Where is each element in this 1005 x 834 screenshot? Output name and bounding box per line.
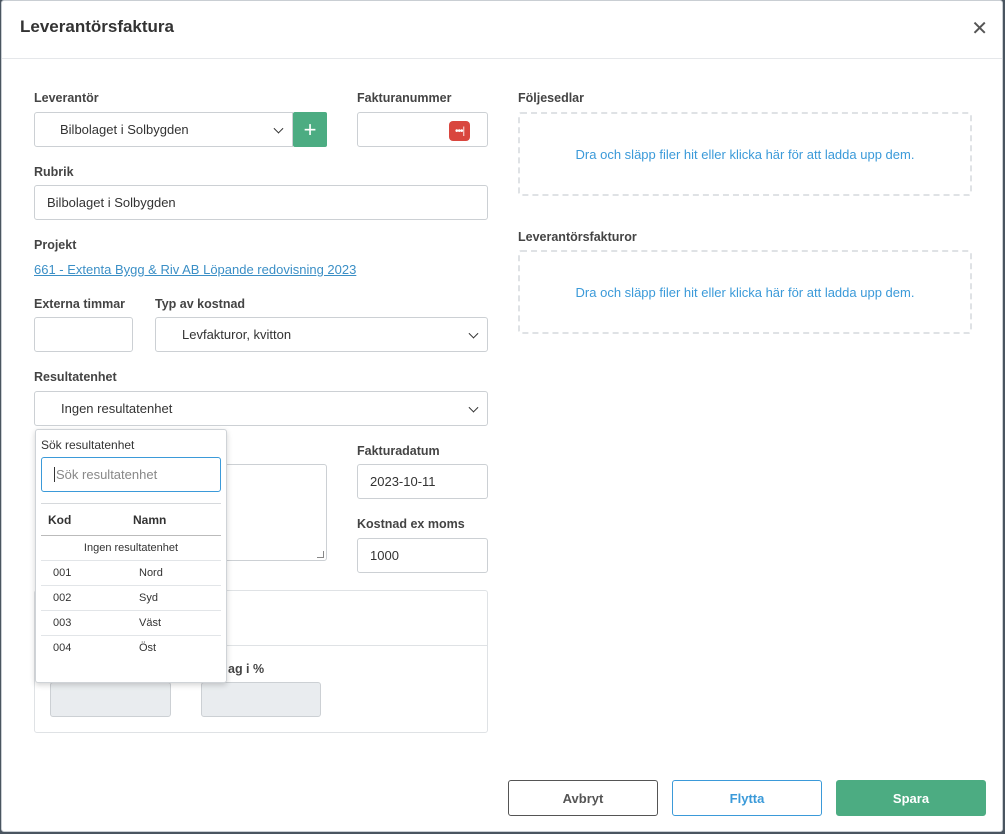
column-header-code: Kod [48,513,72,527]
save-button[interactable]: Spara [836,780,986,816]
project-link[interactable]: 661 - Extenta Bygg & Riv AB Löpande redo… [34,262,356,277]
cost-type-value: Levfakturor, kvitton [182,327,292,342]
option-none-label: Ingen resultatenhet [83,542,179,554]
result-unit-value: Ingen resultatenhet [61,401,173,416]
option-name: Öst [139,642,157,654]
dropdown-search-placeholder: Sök resultatenhet [56,467,158,482]
close-icon[interactable]: ✕ [971,19,988,39]
supplier-invoices-label: Leverantörsfakturor [518,230,637,244]
password-manager-icon[interactable]: •••| [449,121,470,141]
cost-ex-vat-value: 1000 [370,548,399,563]
dropdown-option[interactable]: 001 Nord [41,561,221,586]
modal-title: Leverantörsfaktura [20,17,175,36]
result-unit-label: Resultatenhet [34,370,117,384]
supplier-invoices-dropzone[interactable]: Dra och släpp filer hit eller klicka här… [518,250,972,334]
text-caret [54,467,55,482]
option-code: 004 [53,642,72,654]
external-hours-input[interactable] [34,317,133,352]
result-unit-dropdown: Sök resultatenhet Sök resultatenhet Kod … [35,429,227,683]
external-hours-label: Externa timmar [34,297,126,311]
resize-handle[interactable] [317,551,324,558]
supplier-value: Bilbolaget i Solbygden [60,122,189,137]
project-label: Projekt [34,238,77,252]
cost-type-label: Typ av kostnad [155,297,246,311]
percent-input[interactable] [201,682,321,717]
heading-input[interactable]: Bilbolaget i Solbygden [34,185,488,220]
cost-ex-vat-input[interactable]: 1000 [357,538,488,573]
amount-input[interactable] [50,682,171,717]
option-name: Väst [139,617,162,629]
move-button[interactable]: Flytta [672,780,822,816]
dropdown-search-input[interactable]: Sök resultatenhet [41,457,221,492]
supplier-invoice-modal: Leverantörsfaktura ✕ Leverantör Bilbolag… [1,0,1003,832]
heading-label: Rubrik [34,165,74,179]
dropdown-option[interactable]: 003 Väst [41,611,221,636]
chevron-down-icon [468,328,479,339]
supplier-select[interactable]: Bilbolaget i Solbygden [34,112,293,147]
invoice-number-input[interactable]: •••| [357,112,488,147]
dropdown-search-label: Sök resultatenhet [41,438,135,452]
result-unit-select[interactable]: Ingen resultatenhet [34,391,488,426]
cost-type-select[interactable]: Levfakturor, kvitton [155,317,488,352]
option-name: Syd [139,592,158,604]
dropdown-option[interactable]: 002 Syd [41,586,221,611]
dropdown-divider [41,503,221,504]
delivery-notes-dropzone[interactable]: Dra och släpp filer hit eller klicka här… [518,112,972,196]
heading-value: Bilbolaget i Solbygden [47,195,176,210]
percent-label: ag i % [228,662,265,676]
dropdown-option[interactable]: 004 Öst [41,636,221,661]
chevron-down-icon [468,402,479,413]
cost-ex-vat-label: Kostnad ex moms [357,517,465,531]
cancel-button[interactable]: Avbryt [508,780,658,816]
option-code: 003 [53,617,72,629]
invoice-date-value: 2023-10-11 [370,474,436,489]
option-name: Nord [139,567,163,579]
add-supplier-button[interactable]: + [293,112,327,147]
column-header-name: Namn [133,513,167,527]
option-code: 001 [53,567,72,579]
chevron-down-icon [273,123,284,134]
invoice-date-input[interactable]: 2023-10-11 [357,464,488,499]
modal-header: Leverantörsfaktura ✕ [2,1,1002,59]
dropdown-option-none[interactable]: Ingen resultatenhet [41,536,221,561]
plus-icon: + [303,116,317,142]
option-code: 002 [53,592,72,604]
invoice-date-label: Fakturadatum [357,444,440,458]
invoice-number-label: Fakturanummer [357,91,452,105]
supplier-label: Leverantör [34,91,99,105]
delivery-notes-label: Följesedlar [518,91,584,105]
